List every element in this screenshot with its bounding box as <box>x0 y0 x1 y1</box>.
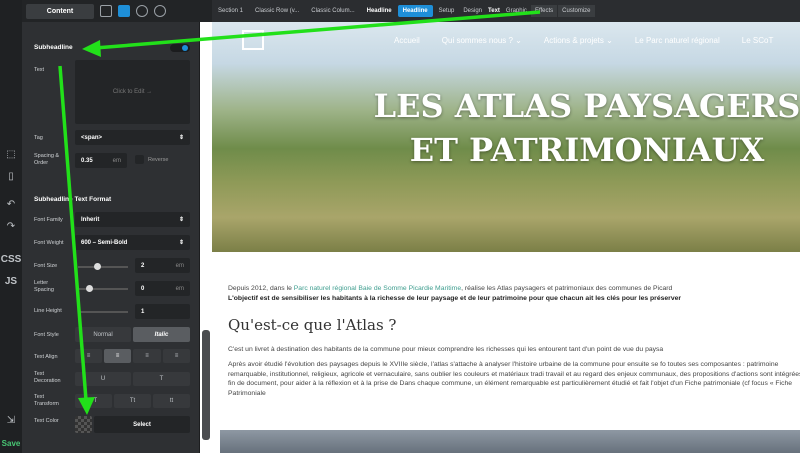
site-preview: Accueil Qui sommes nous ? ⌄ Actions & pr… <box>212 22 800 453</box>
uppercase-icon[interactable]: TT <box>75 394 112 408</box>
crumb-column[interactable]: Classic Colum... <box>305 8 360 14</box>
tab-effects[interactable]: Effects <box>530 5 558 17</box>
undo-icon[interactable]: ↶ <box>0 198 22 212</box>
font-weight-label: Font Weight <box>34 240 64 246</box>
align-justify-icon[interactable]: ≡ <box>163 349 190 363</box>
capitalize-icon[interactable]: Tt <box>114 394 151 408</box>
layout-icon[interactable] <box>100 5 112 17</box>
subheadline-title: Subheadline <box>34 44 73 51</box>
tab-graphic[interactable]: Graphic <box>503 8 530 14</box>
line-height-input[interactable]: 1 <box>135 304 190 319</box>
site-nav: Accueil Qui sommes nous ? ⌄ Actions & pr… <box>394 36 773 45</box>
section-heading: Qu'est-ce que l'Atlas ? <box>228 316 397 334</box>
font-family-select[interactable]: Inherit ⇕ <box>75 212 190 227</box>
text-transform-label: Text Transform <box>34 394 59 407</box>
letter-spacing-slider[interactable] <box>78 285 128 292</box>
tab-customize[interactable]: Customize <box>558 5 595 17</box>
lowercase-icon[interactable]: tt <box>153 394 190 408</box>
text-decoration-label: Text Decoration <box>34 371 61 384</box>
breadcrumb: Section 1 Classic Row (v... Classic Colu… <box>212 0 800 22</box>
strikethrough-icon[interactable]: T <box>133 372 190 386</box>
nav-park[interactable]: Le Parc naturel régional <box>635 36 720 45</box>
subheadline-toggle[interactable] <box>170 44 190 52</box>
site-logo[interactable] <box>242 30 264 50</box>
search-icon[interactable] <box>118 5 130 17</box>
align-left-icon[interactable]: ≡ <box>75 349 102 363</box>
plugin-icon[interactable] <box>154 5 166 17</box>
content-tab[interactable]: Content <box>26 3 94 19</box>
font-size-label: Font Size <box>34 263 58 269</box>
tab-setup[interactable]: Setup <box>433 8 461 14</box>
nav-about[interactable]: Qui sommes nous ? ⌄ <box>442 36 522 45</box>
intro-text-end: , réalise les Atlas paysagers et patrimo… <box>461 285 673 292</box>
js-button[interactable]: JS <box>0 275 22 289</box>
chevron-updown-icon: ⇕ <box>178 217 184 223</box>
nav-actions[interactable]: Actions & projets ⌄ <box>544 36 613 45</box>
panel-scrollbar[interactable] <box>202 330 210 440</box>
crumb-row[interactable]: Classic Row (v... <box>249 8 305 14</box>
slider-handle <box>86 285 93 292</box>
park-link[interactable]: Parc naturel régional Baie de Somme Pica… <box>294 285 461 292</box>
paragraph-3: Après avoir étudié l'évolution des paysa… <box>228 361 800 397</box>
chevron-updown-icon: ⇕ <box>178 240 184 246</box>
font-size-input[interactable]: 2 em <box>135 258 190 273</box>
page-content: Depuis 2012, dans le Parc naturel région… <box>228 252 800 398</box>
panel-topnav: Content <box>22 0 212 22</box>
reverse-checkbox[interactable] <box>135 155 144 164</box>
paragraph-2: C'est un livret à destination des habita… <box>228 345 664 353</box>
font-style-label: Font Style <box>34 332 59 338</box>
line-height-label: Line Height <box>34 308 62 314</box>
font-family-label: Font Family <box>34 217 63 223</box>
spacing-input[interactable]: 0.35 em <box>75 153 127 168</box>
tag-select[interactable]: <span> ⇕ <box>75 130 190 145</box>
hero-title: LES ATLAS PAYSAGERS ET PATRIMONIAUX <box>373 87 800 169</box>
nav-scot[interactable]: Le SCoT <box>742 36 774 45</box>
font-style-italic[interactable]: Italic <box>133 327 190 342</box>
color-swatch[interactable] <box>75 416 92 433</box>
format-title: Subheadline Text Format <box>34 196 112 203</box>
reverse-label: Reverse <box>148 157 169 163</box>
nav-home[interactable]: Accueil <box>394 36 420 45</box>
text-label: Text <box>34 67 45 73</box>
left-rail: ⬚ ▯ ↶ ↷ CSS JS ⇲ Save <box>0 0 22 453</box>
letter-spacing-label: Letter Spacing <box>34 280 54 293</box>
font-weight-select[interactable]: 600 – Semi-Bold ⇕ <box>75 235 190 250</box>
exit-icon[interactable]: ⇲ <box>0 414 22 428</box>
structure-icon[interactable]: ⬚ <box>0 148 22 162</box>
align-right-icon[interactable]: ≡ <box>133 349 161 363</box>
intro-text: Depuis 2012, dans le <box>228 285 294 292</box>
tab-text[interactable]: Text <box>485 8 503 14</box>
text-editor[interactable]: Click to Edit → <box>75 60 190 124</box>
tag-label: Tag <box>34 135 43 141</box>
slider-handle <box>94 263 101 270</box>
underline-icon[interactable]: U <box>75 372 131 386</box>
gear-icon[interactable] <box>136 5 148 17</box>
chevron-updown-icon: ⇕ <box>178 135 184 141</box>
crumb-section[interactable]: Section 1 <box>212 8 249 14</box>
save-button[interactable]: Save <box>0 437 22 451</box>
content-photo <box>220 430 800 453</box>
text-align-label: Text Align <box>34 354 58 360</box>
font-size-slider[interactable] <box>78 263 128 270</box>
line-height-slider[interactable] <box>78 311 128 313</box>
hero-image: Accueil Qui sommes nous ? ⌄ Actions & pr… <box>212 22 800 252</box>
spacing-label: Spacing & Order <box>34 153 60 166</box>
css-button[interactable]: CSS <box>0 253 22 267</box>
text-color-label: Text Color <box>34 418 59 424</box>
color-select-button[interactable]: Select <box>94 416 190 433</box>
intro-bold: L'objectif est de sensibiliser les habit… <box>228 294 682 302</box>
tab-design[interactable]: Design <box>460 8 485 14</box>
tab-headline[interactable]: Headline <box>397 5 433 17</box>
crumb-headline[interactable]: Headline <box>361 8 398 14</box>
font-style-normal[interactable]: Normal <box>75 327 131 342</box>
mobile-icon[interactable]: ▯ <box>0 170 22 184</box>
letter-spacing-input[interactable]: 0 em <box>135 281 190 296</box>
redo-icon[interactable]: ↷ <box>0 220 22 234</box>
align-center-icon[interactable]: ≡ <box>104 349 131 363</box>
